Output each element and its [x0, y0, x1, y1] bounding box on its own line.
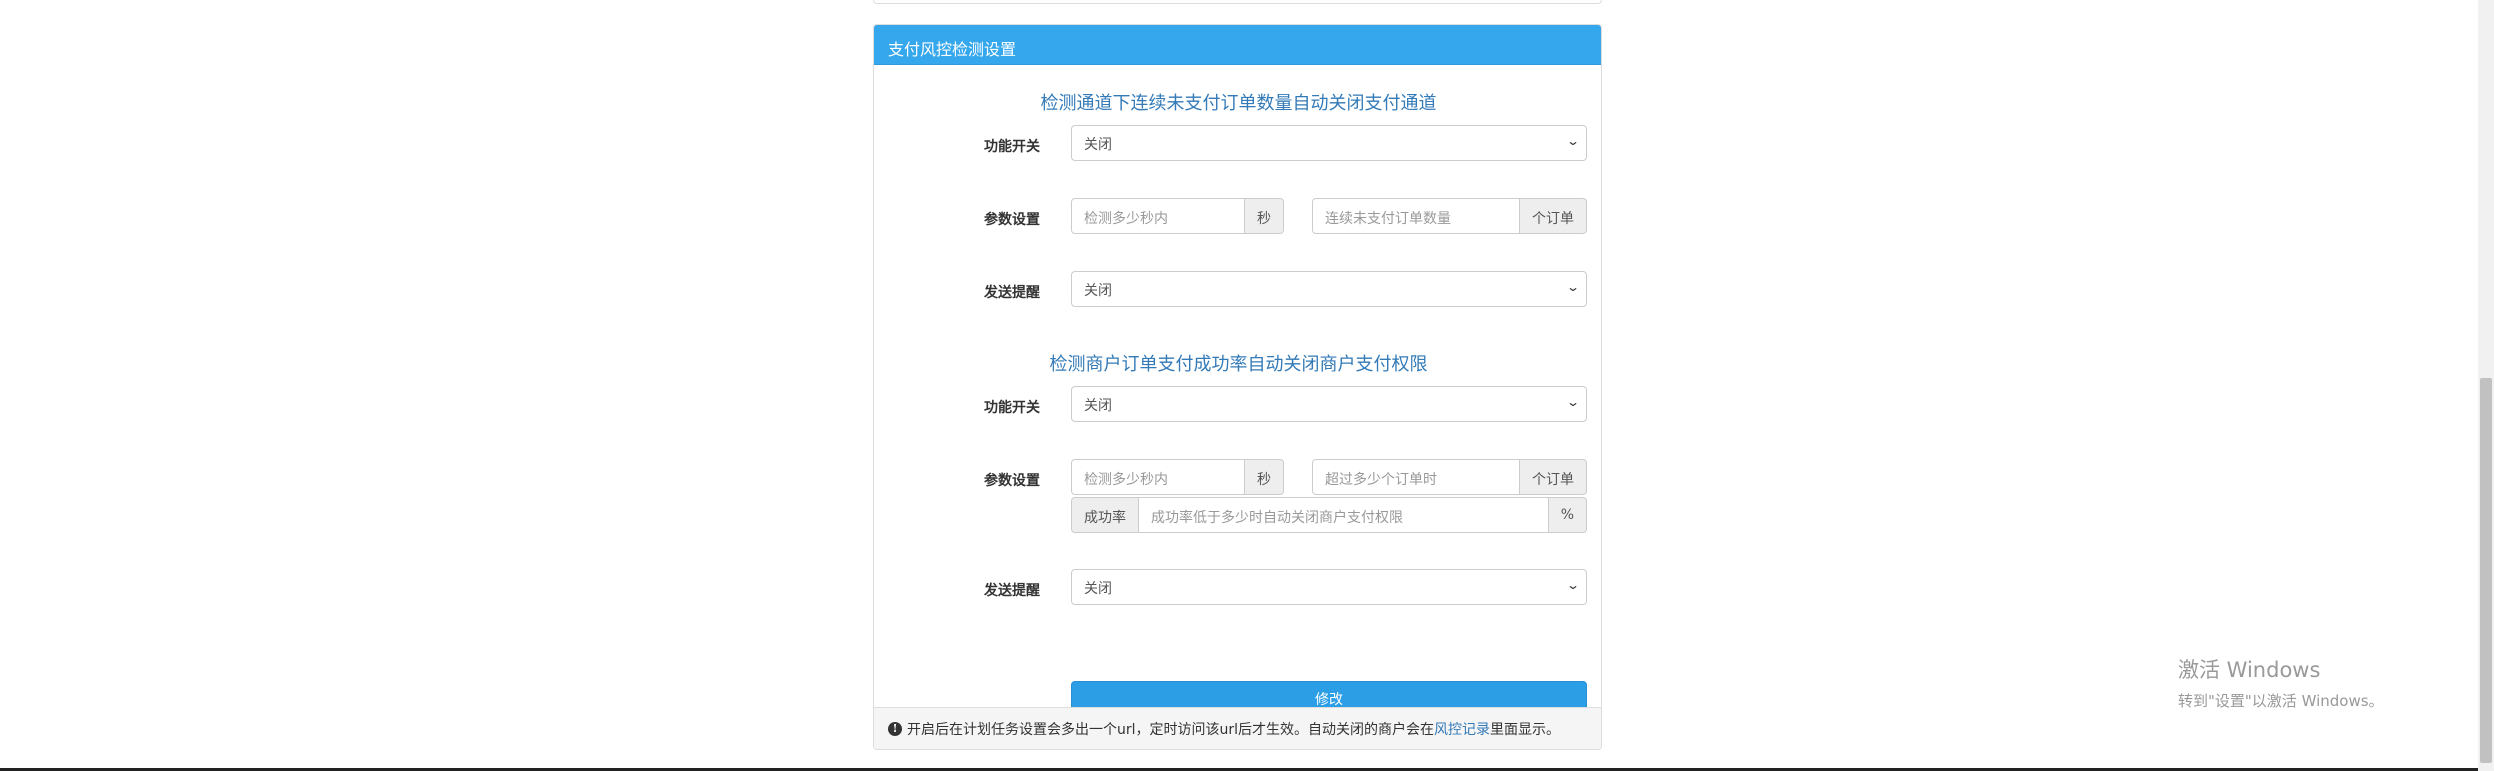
windows-activation-watermark: 激活 Windows 转到"设置"以激活 Windows。: [2178, 654, 2384, 711]
section1-switch-value: 关闭: [1084, 137, 1112, 153]
info-icon: !: [888, 721, 902, 736]
watermark-line2: 转到"设置"以激活 Windows。: [2178, 692, 2384, 710]
section2-rate-prefix: 成功率: [1071, 497, 1138, 533]
panel-footer: ! 开启后在计划任务设置会多出一个url，定时访问该url后才生效。自动关闭的商…: [874, 707, 1601, 749]
section2-count-group: 超过多少个订单时 个订单: [1312, 459, 1587, 495]
section2-switch-select[interactable]: 关闭 ⌄: [1071, 386, 1587, 422]
section2-seconds-unit: 秒: [1245, 459, 1284, 495]
section1-seconds-unit: 秒: [1245, 198, 1284, 234]
previous-panel-edge: [873, 0, 1602, 4]
section1-count-input[interactable]: 连续未支付订单数量: [1312, 198, 1520, 234]
vertical-scrollbar[interactable]: [2478, 0, 2494, 771]
risk-record-link[interactable]: 风控记录: [1434, 719, 1490, 739]
section2-seconds-group: 检测多少秒内 秒: [1071, 459, 1284, 495]
section2-title: 检测商户订单支付成功率自动关闭商户支付权限: [1049, 354, 1428, 375]
footer-text-before: 开启后在计划任务设置会多出一个url，定时访问该url后才生效。自动关闭的商户会…: [907, 721, 1435, 738]
panel-heading: 支付风控检测设置: [874, 25, 1601, 65]
chevron-down-icon: ⌄: [1565, 578, 1581, 592]
section2-count-unit: 个订单: [1520, 459, 1587, 495]
section1-switch-select[interactable]: 关闭 ⌄: [1071, 125, 1587, 161]
section2-switch-value: 关闭: [1084, 398, 1112, 414]
section2-notify-label: 发送提醒: [984, 583, 1040, 599]
section2-rate-input[interactable]: 成功率低于多少时自动关闭商户支付权限: [1138, 497, 1549, 533]
section1-count-group: 连续未支付订单数量 个订单: [1312, 198, 1587, 234]
scrollbar-thumb[interactable]: [2480, 378, 2492, 763]
section1-notify-value: 关闭: [1084, 283, 1112, 299]
page: 支付风控检测设置 检测通道下连续未支付订单数量自动关闭支付通道 功能开关 关闭 …: [0, 0, 2494, 771]
section2-notify-value: 关闭: [1084, 581, 1112, 597]
section1-seconds-group: 检测多少秒内 秒: [1071, 198, 1284, 234]
section2-rate-group: 成功率 成功率低于多少时自动关闭商户支付权限 %: [1071, 497, 1587, 533]
risk-control-panel: 支付风控检测设置 检测通道下连续未支付订单数量自动关闭支付通道 功能开关 关闭 …: [873, 24, 1602, 750]
section2-notify-select[interactable]: 关闭 ⌄: [1071, 569, 1587, 605]
section1-params-label: 参数设置: [984, 212, 1040, 228]
section2-seconds-input[interactable]: 检测多少秒内: [1071, 459, 1245, 495]
chevron-down-icon: ⌄: [1565, 395, 1581, 409]
section1-notify-label: 发送提醒: [984, 285, 1040, 301]
section1-seconds-input[interactable]: 检测多少秒内: [1071, 198, 1245, 234]
section1-title: 检测通道下连续未支付订单数量自动关闭支付通道: [1040, 93, 1437, 114]
chevron-down-icon: ⌄: [1565, 280, 1581, 294]
chevron-down-icon: ⌄: [1565, 134, 1581, 148]
section2-switch-label: 功能开关: [984, 400, 1040, 416]
panel-body: 检测通道下连续未支付订单数量自动关闭支付通道 功能开关 关闭 ⌄ 参数设置 检测…: [874, 65, 1601, 719]
section2-rate-unit: %: [1548, 497, 1587, 533]
section1-notify-select[interactable]: 关闭 ⌄: [1071, 271, 1587, 307]
footer-text-after: 里面显示。: [1490, 721, 1561, 738]
section1-switch-label: 功能开关: [984, 139, 1040, 155]
section2-params-label: 参数设置: [984, 473, 1040, 489]
section2-count-input[interactable]: 超过多少个订单时: [1312, 459, 1520, 495]
section1-count-unit: 个订单: [1520, 198, 1587, 234]
watermark-line1: 激活 Windows: [2178, 658, 2321, 682]
